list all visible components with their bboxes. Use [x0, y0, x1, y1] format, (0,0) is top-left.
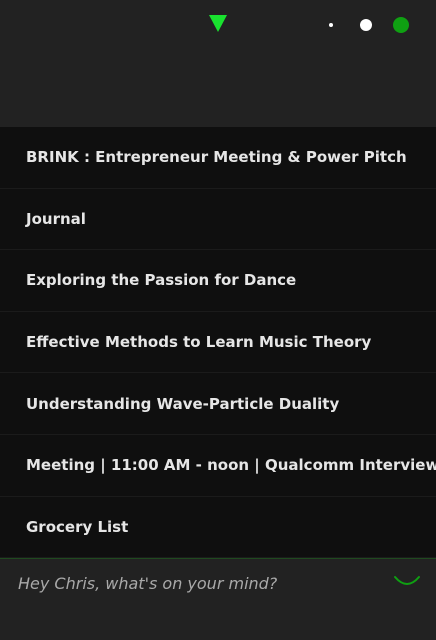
header-area	[0, 50, 436, 127]
note-title: Journal	[26, 209, 86, 228]
note-item[interactable]: Meeting | 11:00 AM - noon | Qualcomm Int…	[0, 434, 436, 497]
note-title: Exploring the Passion for Dance	[26, 271, 297, 290]
note-item[interactable]: Effective Methods to Learn Music Theory	[0, 311, 436, 374]
note-item[interactable]: Understanding Wave-Particle Duality	[0, 373, 436, 435]
notes-list: BRINK : Entrepreneur Meeting & Power Pit…	[0, 127, 436, 559]
prompt-bar	[0, 558, 436, 640]
note-item[interactable]: Journal	[0, 188, 436, 251]
note-title: Understanding Wave-Particle Duality	[26, 394, 340, 413]
note-title: Effective Methods to Learn Music Theory	[26, 333, 372, 352]
note-title: Grocery List	[26, 517, 129, 536]
app-root: BRINK : Entrepreneur Meeting & Power Pit…	[0, 0, 436, 640]
smile-arc-icon[interactable]	[392, 573, 422, 593]
green-dot-icon[interactable]	[393, 17, 409, 33]
note-item[interactable]: BRINK : Entrepreneur Meeting & Power Pit…	[0, 127, 436, 189]
triangle-down-icon[interactable]	[209, 15, 227, 32]
top-bar	[0, 0, 436, 50]
prompt-input[interactable]	[18, 569, 378, 597]
white-dot-icon[interactable]	[360, 19, 372, 31]
small-dot-icon[interactable]	[329, 23, 333, 27]
note-title: Meeting | 11:00 AM - noon | Qualcomm Int…	[26, 456, 436, 475]
note-item[interactable]: Grocery List	[0, 496, 436, 559]
note-item[interactable]: Exploring the Passion for Dance	[0, 250, 436, 312]
note-title: BRINK : Entrepreneur Meeting & Power Pit…	[26, 148, 407, 167]
